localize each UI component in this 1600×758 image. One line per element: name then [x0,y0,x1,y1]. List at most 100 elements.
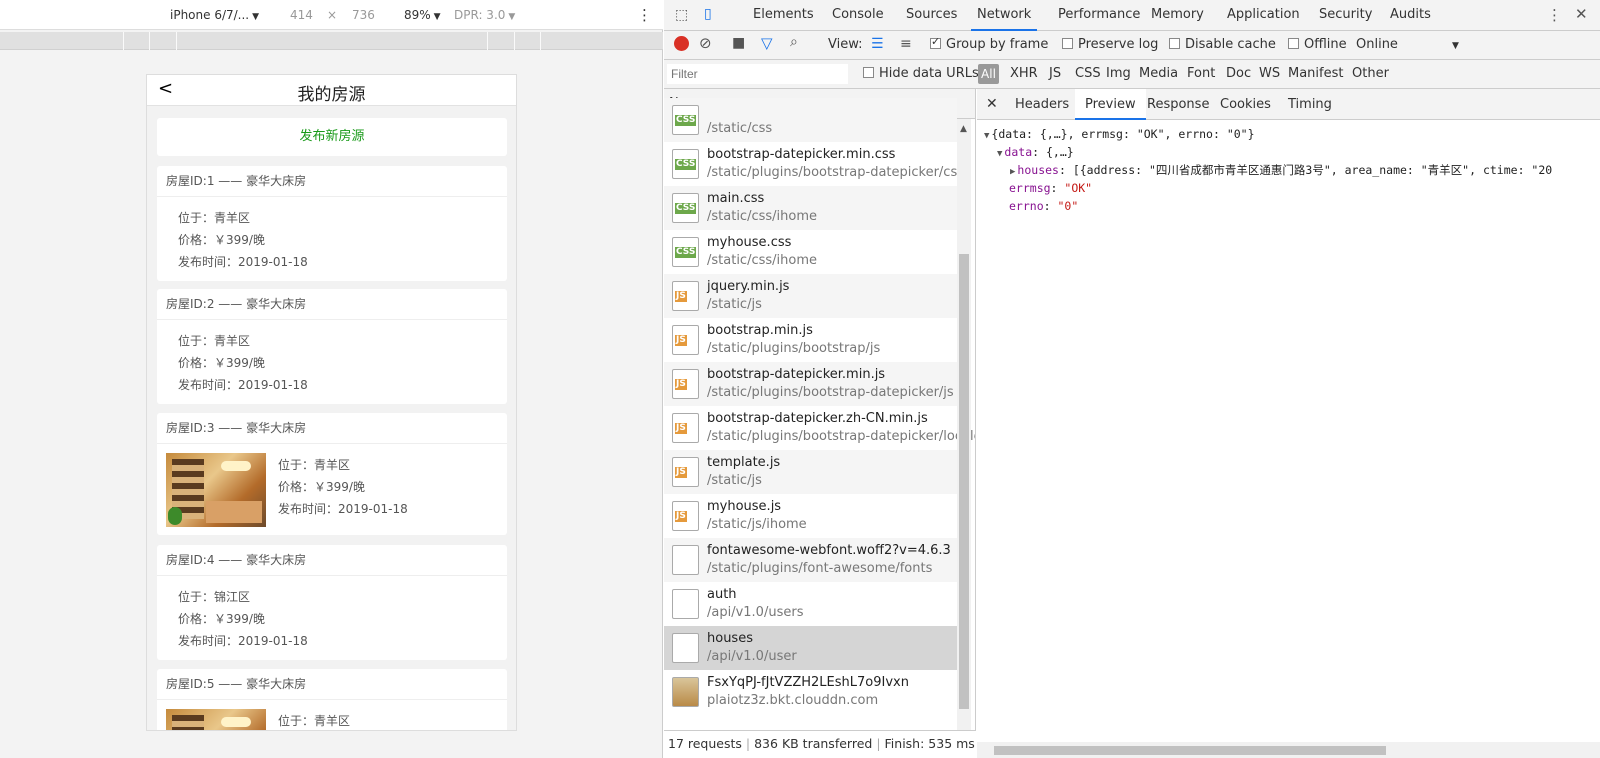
collapsed-triangle-icon[interactable]: ▶ [1010,167,1015,177]
publish-house-button[interactable]: 发布新房源 [157,118,507,156]
filter-bar: Hide data URLs All XHR JS CSS Img Media … [664,60,1600,89]
dpr-select[interactable]: DPR: 3.0 ▼ [454,8,515,22]
device-toolbar-icon[interactable]: ▯ [704,6,712,22]
request-detail-tabs: ✕ Headers Preview Response Cookies Timin… [977,89,1600,120]
more-options-icon[interactable]: ⋮ [1547,6,1562,24]
device-name: iPhone 6/7/... [170,8,250,22]
filter-font[interactable]: Font [1187,66,1215,81]
preview-horizontal-scrollbar[interactable] [977,742,1600,758]
request-path: /static/js [707,473,762,488]
house-card[interactable]: 房屋ID:2 —— 豪华大床房 位于：青羊区 价格：￥399/晚 发布时间：20… [157,289,507,404]
scrollbar-thumb[interactable] [959,254,969,709]
search-icon[interactable]: ⌕ [790,34,798,50]
tab-headers[interactable]: Headers [1015,89,1069,120]
media-query-ruler[interactable] [0,32,663,50]
record-icon[interactable] [674,36,689,51]
request-row[interactable]: fontawesome-webfont.woff2?v=4.6.3/static… [664,538,957,582]
inspect-element-icon[interactable]: ⬚ [675,7,688,23]
filter-doc[interactable]: Doc [1226,66,1251,81]
device-select[interactable]: iPhone 6/7/... ▼ [170,8,259,22]
filter-css[interactable]: CSS [1075,66,1101,81]
tab-timing[interactable]: Timing [1288,89,1332,120]
width-field[interactable]: 414 [290,8,313,22]
request-name: bootstrap-datepicker.min.css [707,147,896,162]
tab-elements[interactable]: Elements [753,0,814,30]
tab-memory[interactable]: Memory [1151,0,1204,30]
preserve-log-checkbox[interactable]: Preserve log [1062,37,1158,52]
request-row[interactable]: JS jquery.min.js/static/js [664,274,957,318]
request-row[interactable]: JS bootstrap-datepicker.zh-CN.min.js/stat… [664,406,975,450]
house-thumbnail[interactable] [166,709,266,730]
filter-js[interactable]: JS [1049,66,1061,81]
house-card[interactable]: 房屋ID:4 —— 豪华大床房 位于：锦江区 价格：￥399/晚 发布时间：20… [157,545,507,660]
expanded-triangle-icon[interactable]: ▼ [997,149,1002,159]
height-field[interactable]: 736 [352,8,375,22]
request-list-scrollbar[interactable]: ▲ [957,119,971,730]
scrollbar-thumb[interactable] [994,746,1386,755]
group-by-frame-label: Group by frame [946,37,1049,52]
camera-icon[interactable]: ■ [732,35,745,51]
offline-checkbox[interactable]: Offline [1288,37,1347,52]
request-row[interactable]: JS bootstrap-datepicker.min.js/static/plu… [664,362,957,406]
filter-icon[interactable]: ▽ [761,34,773,52]
scroll-up-arrow-icon[interactable]: ▲ [960,124,967,134]
filter-all[interactable]: All [978,64,999,84]
request-row[interactable]: houses/api/v1.0/user [664,626,957,670]
css-file-icon: CSS [672,105,699,135]
disable-cache-checkbox[interactable]: Disable cache [1169,37,1276,52]
close-detail-icon[interactable]: ✕ [986,89,998,120]
network-toolbar: ⊘ ■ ▽ ⌕ View: ☰ ≡ Group by frame Preserv… [664,31,1600,60]
group-by-frame-checkbox[interactable]: Group by frame [930,35,1049,52]
house-card[interactable]: 房屋ID:1 —— 豪华大床房 位于：青羊区 价格：￥399/晚 发布时间：20… [157,166,507,281]
filter-manifest[interactable]: Manifest [1288,66,1343,81]
tab-sources[interactable]: Sources [906,0,957,30]
request-row[interactable]: CSS bootstrap-datepicker.min.css/static/p… [664,142,964,186]
request-row[interactable]: CSS main.css/static/css/ihome [664,186,957,230]
request-row[interactable]: JS bootstrap.min.js/static/plugins/bootst… [664,318,957,362]
tab-cookies[interactable]: Cookies [1220,89,1271,120]
clear-icon[interactable]: ⊘ [699,34,712,52]
request-row[interactable]: JS myhouse.js/static/js/ihome [664,494,957,538]
json-data-line[interactable]: ▼ data: {,…} [997,143,1074,163]
tab-performance[interactable]: Performance [1058,0,1140,30]
zoom-select[interactable]: 89% ▼ [404,8,441,22]
tab-security[interactable]: Security [1319,0,1372,30]
filter-input[interactable] [667,64,848,84]
waterfall-icon[interactable]: ≡ [900,36,912,52]
request-name: main.css [707,191,765,206]
request-row[interactable]: CSS/static/css [664,98,957,142]
house-card[interactable]: 房屋ID:3 —— 豪华大床房 位于：青羊区 价格：￥399/晚 发布时间：20… [157,413,507,535]
request-row[interactable]: CSS myhouse.css/static/css/ihome [664,230,957,274]
request-row[interactable]: FsxYqPJ-fJtVZZH2LEshL7o9Ivxn plaiotz3z.bk… [664,670,957,714]
house-card[interactable]: 房屋ID:5 —— 豪华大床房 位于：青羊区 [157,669,507,730]
throttling-select[interactable]: Online ▼ [1356,37,1459,52]
tab-preview[interactable]: Preview [1075,89,1146,120]
tab-response[interactable]: Response [1147,89,1209,120]
filter-other[interactable]: Other [1352,66,1389,81]
json-key: houses [1017,163,1059,177]
hide-data-urls-checkbox[interactable]: Hide data URLs [863,66,979,81]
json-root-line[interactable]: ▼ {data: {,…}, errmsg: "OK", errno: "0"} [984,125,1255,145]
json-houses-line[interactable]: ▶ houses: [{address: "四川省成都市青羊区通惠门路3号", a… [1010,161,1552,181]
tab-console[interactable]: Console [832,0,884,30]
close-icon[interactable]: ✕ [1575,5,1588,23]
expanded-triangle-icon[interactable]: ▼ [984,131,989,141]
filter-media[interactable]: Media [1139,66,1178,81]
devtools-tab-bar: ⬚ ▯ Elements Console Sources Network Per… [664,0,1600,31]
tab-network[interactable]: Network [971,0,1038,31]
css-file-icon: CSS [672,193,699,223]
tab-audits[interactable]: Audits [1390,0,1431,30]
filter-xhr[interactable]: XHR [1010,66,1038,81]
house-publish-time: 发布时间：2019-01-18 [178,255,308,269]
request-count: 17 requests [668,736,742,751]
request-path: /api/v1.0/user [707,649,797,664]
filter-ws[interactable]: WS [1259,66,1280,81]
request-row[interactable]: JS template.js/static/js [664,450,957,494]
more-options-icon[interactable]: ⋮ [637,6,652,24]
house-thumbnail[interactable] [166,453,266,527]
large-rows-icon[interactable]: ☰ [871,36,884,52]
js-file-icon: JS [672,325,699,355]
tab-application[interactable]: Application [1227,0,1300,30]
filter-img[interactable]: Img [1106,66,1131,81]
request-row[interactable]: auth/api/v1.0/users [664,582,957,626]
